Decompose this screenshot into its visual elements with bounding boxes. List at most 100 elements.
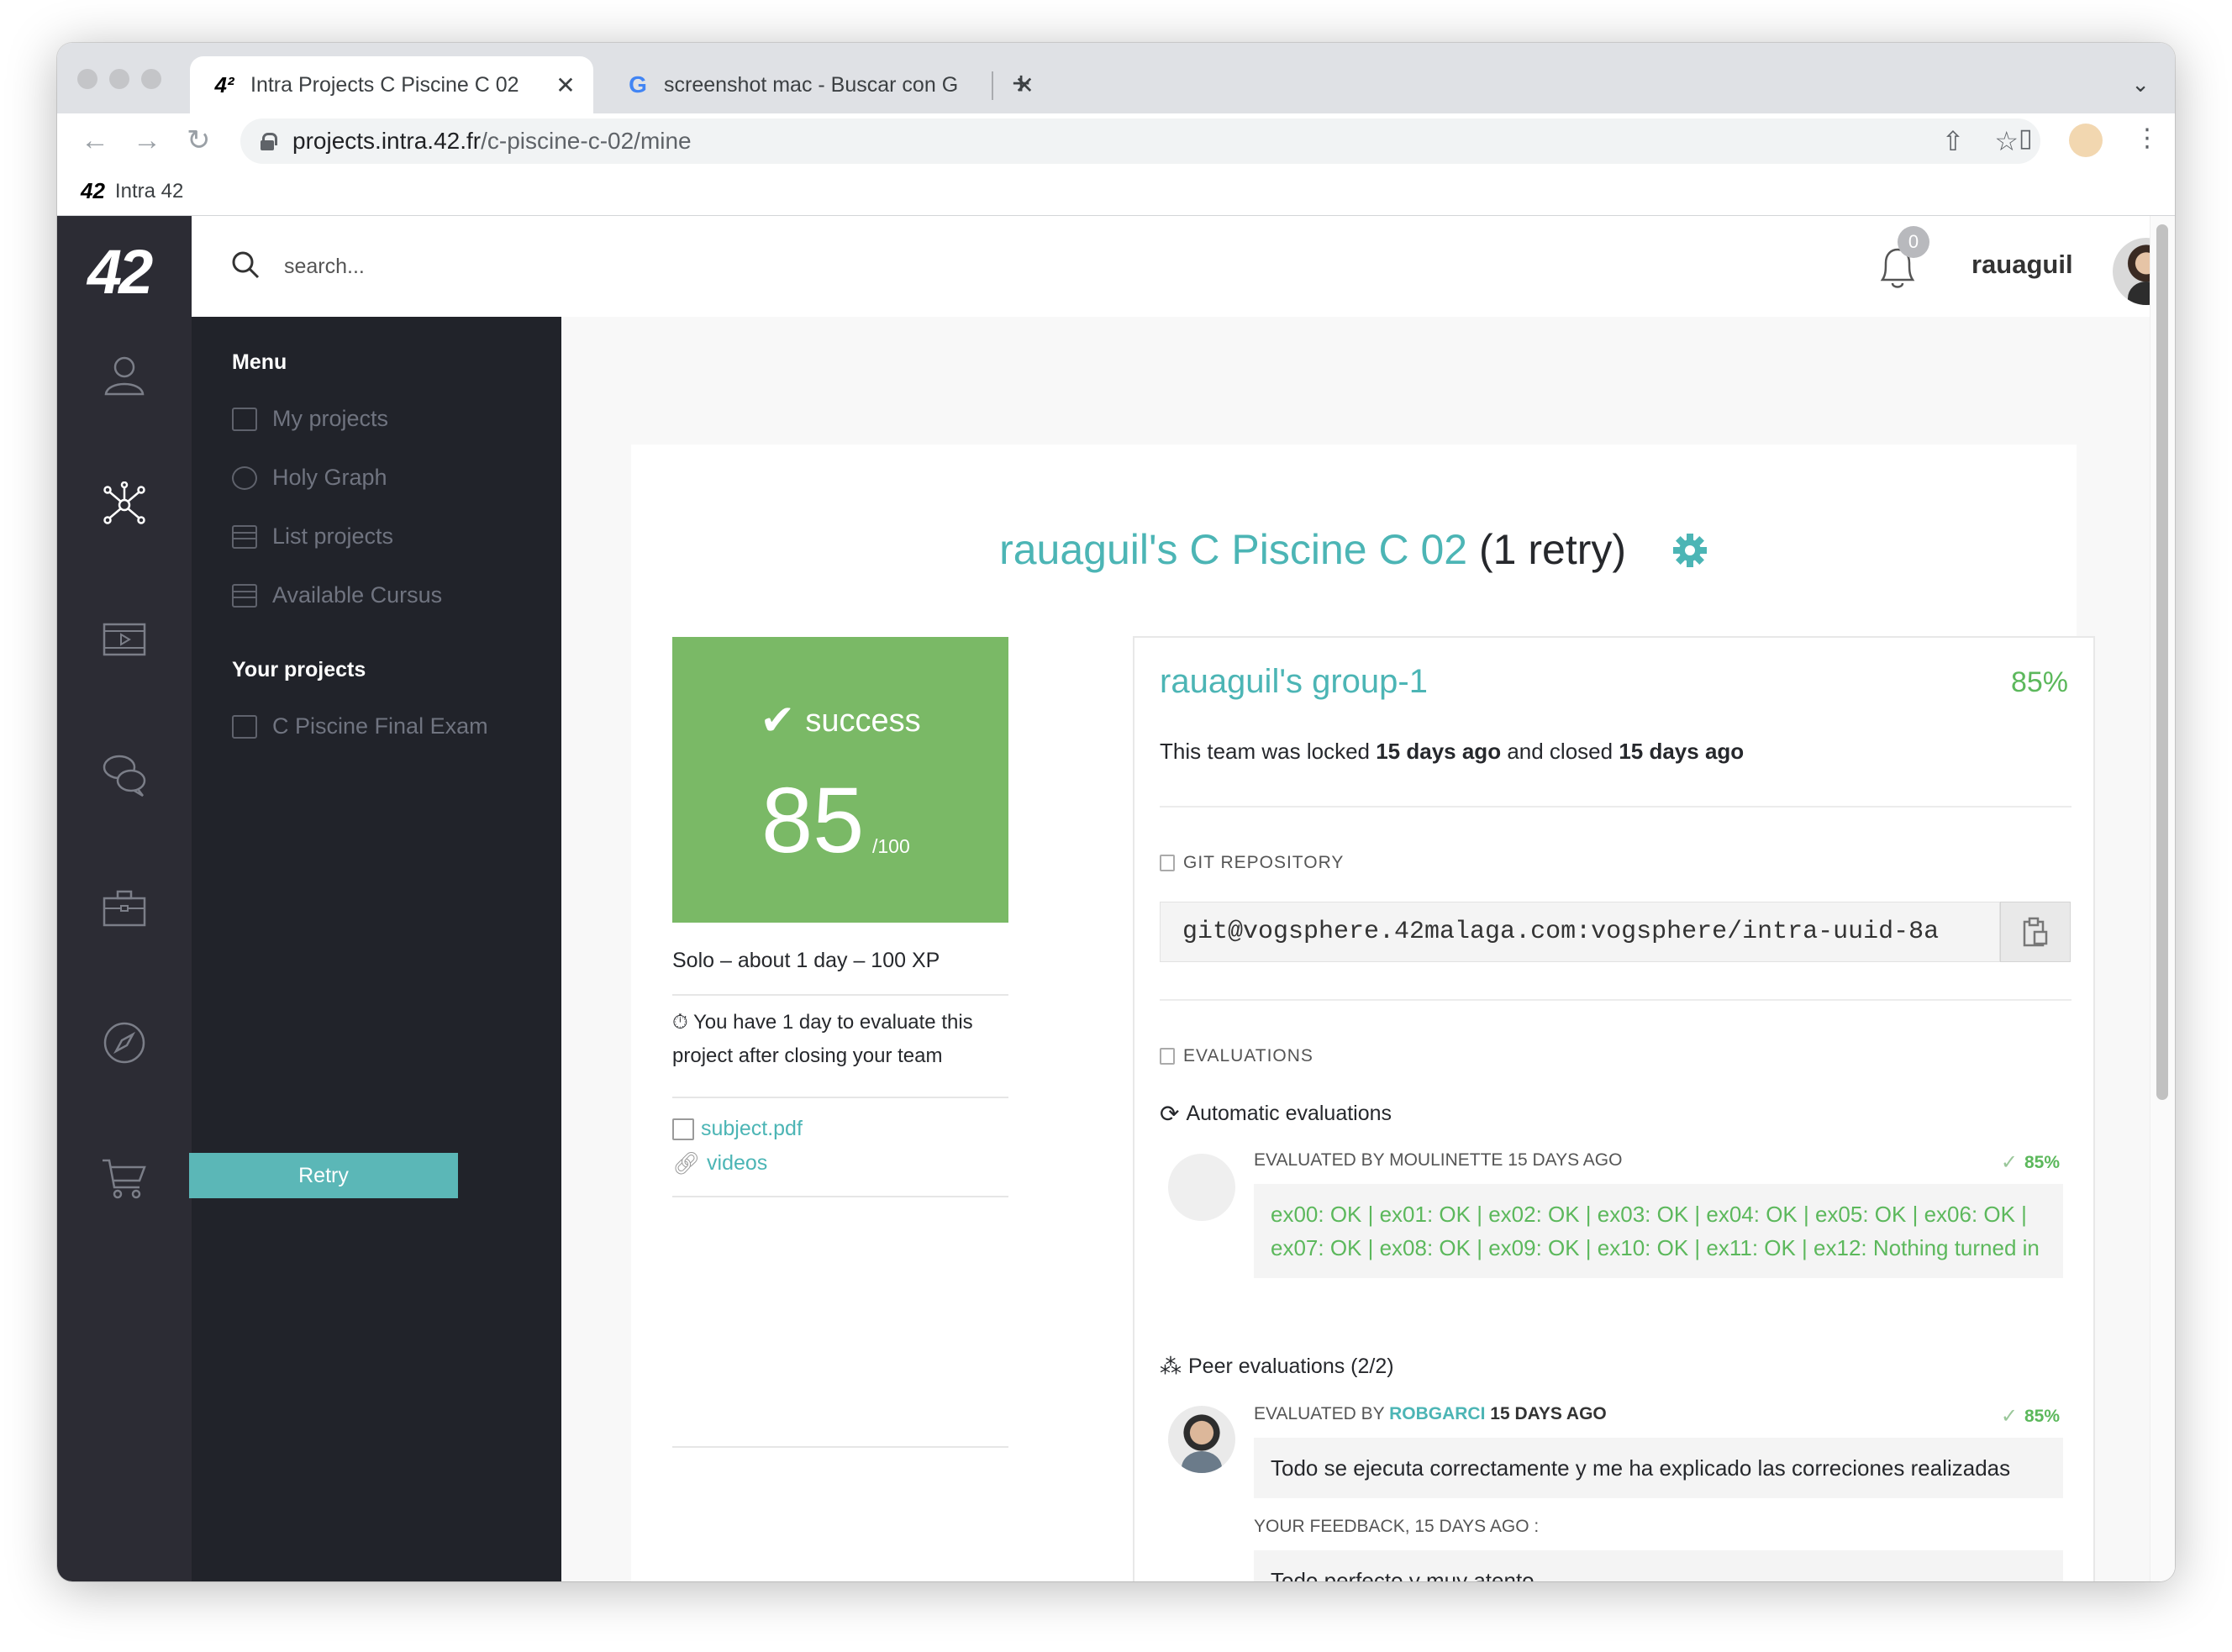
subject-pdf-link[interactable]: subject.pdf	[672, 1117, 803, 1141]
check-circle-icon: ✓	[2000, 1405, 2018, 1428]
bookmark-star-icon[interactable]: ☆	[1994, 125, 2019, 157]
42-logo-icon: 4²	[214, 71, 234, 97]
menu-item-label: C Piscine Final Exam	[272, 713, 488, 739]
icon-sidebar: 42	[57, 216, 192, 1581]
menu-item-label: Available Cursus	[272, 582, 443, 608]
divider	[672, 994, 1008, 996]
42-logo[interactable]: 42	[87, 241, 153, 303]
tab-google-search[interactable]: G screenshot mac - Buscar con G ✕	[607, 56, 1052, 113]
team-name[interactable]: rauaguil's group-1	[1160, 663, 1428, 701]
peer-comment: Todo se ejecuta correctamente y me ha ex…	[1254, 1438, 2063, 1498]
page-title: rauaguil's C Piscine C 02 (1 retry)	[631, 525, 2077, 574]
evaluations-label: EVALUATIONS	[1160, 1046, 1313, 1066]
bookmark-intra-42[interactable]: Intra 42	[115, 180, 183, 203]
globe-icon	[232, 466, 257, 490]
team-status: This team was locked 15 days ago and clo…	[1160, 739, 1745, 764]
menu-item-label: List projects	[272, 523, 394, 549]
compass-icon[interactable]	[101, 1019, 148, 1066]
success-box: ✔ success 85 /100	[672, 637, 1008, 923]
divider	[1160, 806, 2071, 808]
file-icon	[1160, 855, 1175, 871]
tab-close-icon[interactable]: ✕	[553, 71, 578, 99]
url-text: projects.intra.42.fr/c-piscine-c-02/mine	[292, 128, 692, 154]
menu-title: Menu	[232, 350, 287, 374]
auto-eval-percent: ✓ 85%	[2000, 1151, 2060, 1174]
tab-search-chevron-icon[interactable]: ⌄	[2131, 71, 2150, 97]
refresh-icon: ⟳	[1160, 1101, 1180, 1127]
document-icon	[672, 1118, 694, 1140]
peer-evaluations-title: ⁂ Peer evaluations (2/2)	[1160, 1354, 1394, 1379]
status-label: ✔ success	[760, 697, 921, 744]
address-bar[interactable]: projects.intra.42.fr/c-piscine-c-02/mine…	[240, 118, 2040, 164]
new-tab-button[interactable]: +	[1012, 68, 1030, 100]
git-repository-field[interactable]	[1160, 902, 2000, 962]
briefcase-icon[interactable]	[101, 885, 148, 932]
scrollbar-thumb[interactable]	[2156, 224, 2168, 1100]
menu-item-holy-graph[interactable]: Holy Graph	[232, 465, 387, 491]
google-icon: G	[629, 71, 647, 97]
video-icon[interactable]	[101, 616, 148, 663]
project-meta: Solo – about 1 day – 100 XP	[672, 949, 940, 972]
project-title: rauaguil's C Piscine C 02	[999, 526, 1468, 573]
gear-icon[interactable]	[1671, 532, 1708, 569]
scrollbar[interactable]	[2150, 216, 2175, 1581]
retry-button[interactable]: Retry	[189, 1153, 458, 1198]
tab-divider	[992, 71, 993, 100]
menu-panel: Menu My projects Holy Graph List project…	[192, 317, 561, 1581]
bookmarks-bar: 42 Intra 42	[57, 167, 2175, 216]
back-arrow-icon[interactable]: ←	[81, 124, 109, 157]
top-bar: 0 rauaguil	[192, 216, 2175, 317]
side-panel-icon[interactable]: ▯	[2019, 124, 2033, 153]
menu-item-c-piscine-final-exam[interactable]: C Piscine Final Exam	[232, 713, 488, 739]
share-icon[interactable]: ⇧	[1942, 125, 1965, 157]
menu-item-list-projects[interactable]: List projects	[232, 523, 393, 550]
copy-clipboard-button[interactable]	[2000, 902, 2071, 962]
exam-icon	[232, 714, 257, 739]
divider	[1160, 999, 2071, 1001]
git-repository-label: GIT REPOSITORY	[1160, 853, 1344, 873]
search-input[interactable]	[284, 241, 872, 292]
browser-toolbar: ← → ↻ projects.intra.42.fr/c-piscine-c-0…	[57, 113, 2175, 167]
zoom-window-button[interactable]	[141, 69, 161, 89]
final-score: 85	[761, 769, 865, 872]
42-logo-icon: 42	[81, 178, 105, 203]
checkbox-icon	[1160, 1048, 1175, 1065]
more-menu-icon[interactable]: ⋮	[2135, 124, 2160, 153]
menu-item-my-projects[interactable]: My projects	[232, 406, 388, 432]
profile-avatar-icon[interactable]	[2069, 124, 2103, 157]
lock-icon	[261, 133, 277, 150]
minimize-window-button[interactable]	[109, 69, 129, 89]
menu-item-available-cursus[interactable]: Available Cursus	[232, 582, 442, 608]
feedback-label: YOUR FEEDBACK, 15 DAYS AGO :	[1254, 1517, 1540, 1536]
videos-link[interactable]: 🔗︎ videos	[672, 1150, 767, 1176]
tab-title: screenshot mac - Buscar con G	[664, 72, 959, 97]
divider	[672, 1196, 1008, 1197]
check-circle-icon: ✓	[2000, 1151, 2018, 1174]
evaluated-by-robgarci: EVALUATED BY ROBGARCI 15 DAYS AGO	[1254, 1404, 1607, 1423]
menu-item-label: Holy Graph	[272, 465, 387, 490]
tab-title: Intra Projects C Piscine C 02	[250, 72, 519, 97]
your-projects-title: Your projects	[232, 658, 366, 681]
evaluator-link[interactable]: ROBGARCI	[1389, 1404, 1485, 1423]
team-percent: 85%	[2010, 666, 2068, 698]
page-viewport: 42 search... 0 rauaguil Menu My projects…	[57, 216, 2175, 1581]
briefcase-icon	[232, 407, 257, 431]
chat-icon[interactable]	[101, 750, 148, 797]
shop-cart-icon[interactable]	[101, 1154, 148, 1201]
user-icon[interactable]	[101, 350, 148, 397]
close-window-button[interactable]	[77, 69, 97, 89]
forward-arrow-icon[interactable]: →	[133, 124, 161, 157]
evaluator-avatar[interactable]	[1168, 1406, 1235, 1473]
username[interactable]: rauaguil	[1971, 250, 2073, 280]
tab-strip: 4² Intra Projects C Piscine C 02 ✕ G scr…	[57, 43, 2175, 113]
moulinette-avatar	[1168, 1154, 1235, 1221]
notifications-badge: 0	[1898, 226, 1929, 258]
peer-eval-percent: ✓ 85%	[2000, 1405, 2060, 1428]
tab-intra-projects[interactable]: 4² Intra Projects C Piscine C 02 ✕	[190, 56, 593, 113]
feedback-comment: Todo perfecto y muy atento	[1254, 1550, 2063, 1581]
peers-icon: ⁂	[1160, 1354, 1182, 1379]
reload-icon[interactable]: ↻	[187, 124, 211, 157]
list-icon	[232, 583, 257, 608]
holy-graph-icon[interactable]	[101, 481, 148, 529]
menu-item-label: My projects	[272, 406, 389, 431]
